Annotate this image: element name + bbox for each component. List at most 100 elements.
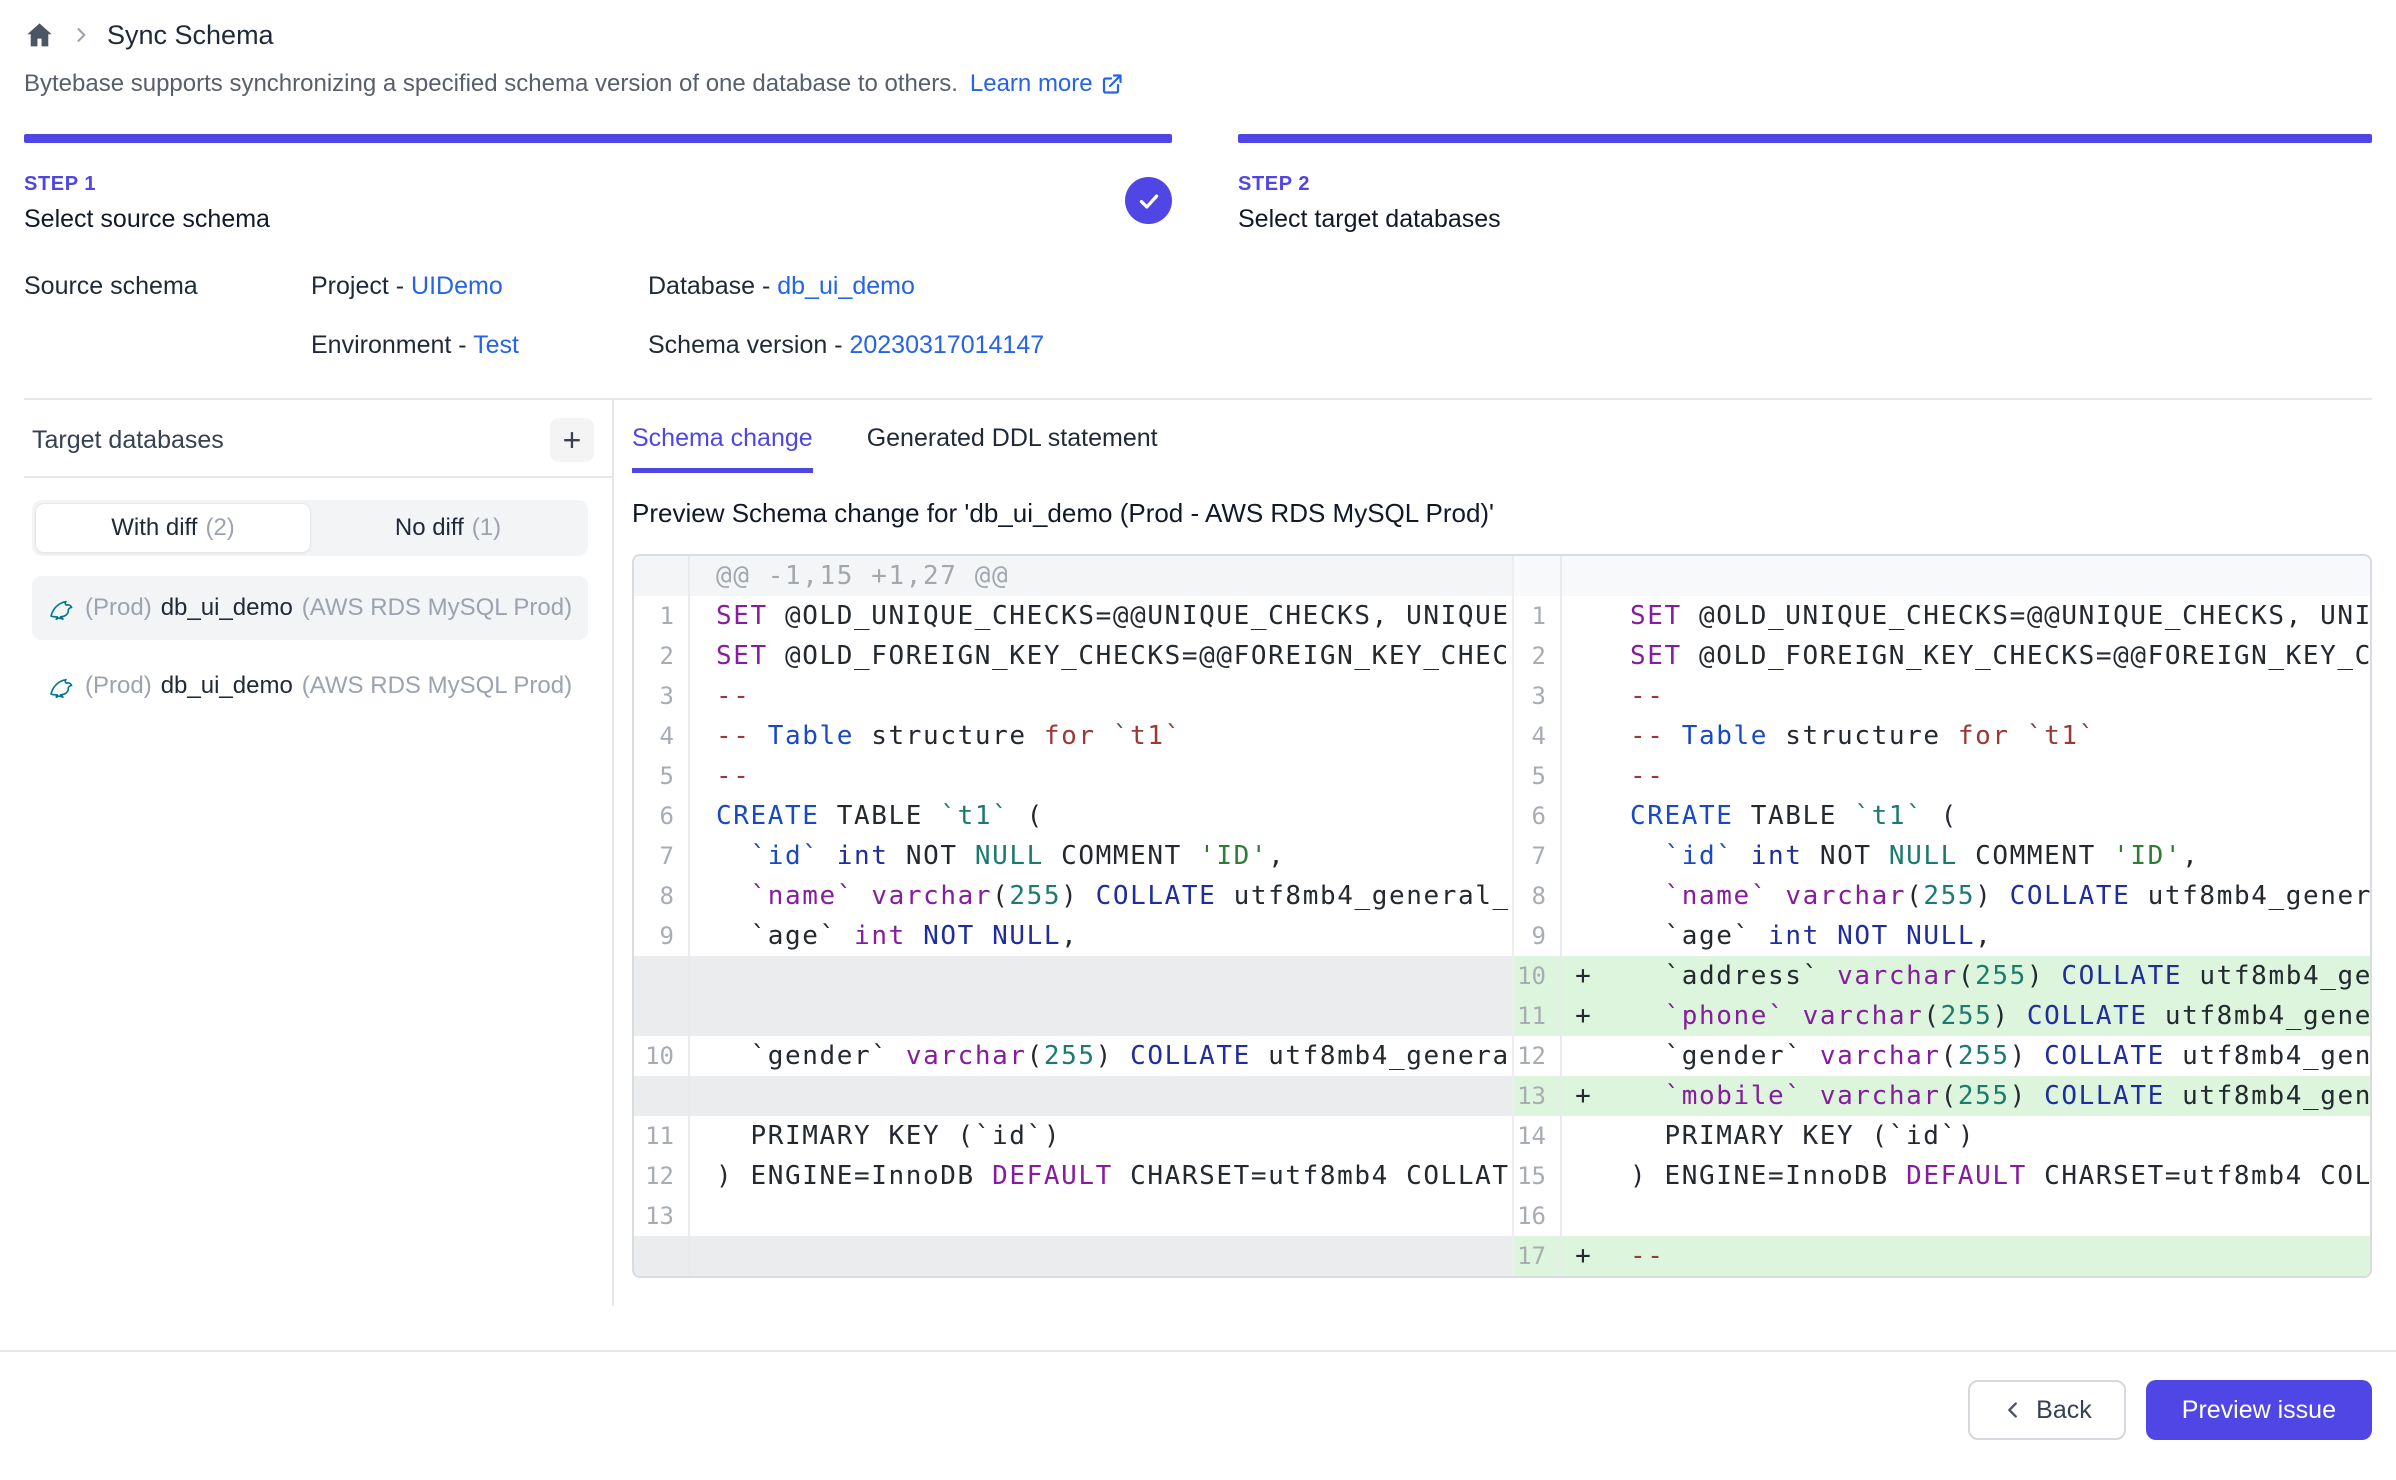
description-text: Bytebase supports synchronizing a specif… bbox=[24, 70, 958, 98]
field-name: Environment bbox=[311, 331, 451, 359]
field-name: Database bbox=[648, 272, 755, 300]
breadcrumb: Sync Schema bbox=[24, 14, 2372, 56]
right-line-number: 10 bbox=[1512, 956, 1562, 996]
right-code-line: CREATE TABLE `t1` ( bbox=[1604, 796, 2370, 836]
add-target-database-button[interactable]: + bbox=[550, 418, 594, 462]
diff-row: 9 `age` int NOT NULL,9 `age` int NOT NUL… bbox=[634, 916, 2370, 956]
diff-row: 13 16 bbox=[634, 1196, 2370, 1236]
right-line-number: 6 bbox=[1512, 796, 1562, 836]
left-filler-line bbox=[690, 996, 1512, 1036]
diff-marker bbox=[1562, 556, 1604, 596]
added-line-marker bbox=[1562, 596, 1604, 636]
database-environment: (Prod) bbox=[85, 594, 152, 622]
database-link[interactable]: db_ui_demo bbox=[777, 272, 915, 300]
added-line-marker bbox=[1562, 1196, 1604, 1236]
back-button-label: Back bbox=[2036, 1396, 2092, 1425]
added-line-marker bbox=[1562, 1156, 1604, 1196]
right-line-number: 12 bbox=[1512, 1036, 1562, 1076]
back-button[interactable]: Back bbox=[1968, 1380, 2126, 1440]
left-line-number: 11 bbox=[634, 1116, 690, 1156]
step-1-title: Select source schema bbox=[24, 205, 270, 234]
preview-issue-button[interactable]: Preview issue bbox=[2146, 1380, 2372, 1440]
diff-table: @@ -1,15 +1,27 @@1SET @OLD_UNIQUE_CHECKS… bbox=[632, 554, 2372, 1278]
left-line-number: 13 bbox=[634, 1196, 690, 1236]
right-code-line: -- bbox=[1604, 1236, 2370, 1276]
project-link[interactable]: UIDemo bbox=[411, 272, 503, 300]
left-line-number: 3 bbox=[634, 676, 690, 716]
diff-row: 13+ `mobile` varchar(255) COLLATE utf8mb… bbox=[634, 1076, 2370, 1116]
breadcrumb-chevron-icon bbox=[71, 25, 91, 45]
left-code-line: SET @OLD_FOREIGN_KEY_CHECKS=@@FOREIGN_KE… bbox=[690, 636, 1512, 676]
right-code-line: `id` int NOT NULL COMMENT 'ID', bbox=[1604, 836, 2370, 876]
added-line-marker bbox=[1562, 1116, 1604, 1156]
footer-actions: Back Preview issue bbox=[24, 1380, 2372, 1456]
right-code-line: SET @OLD_FOREIGN_KEY_CHECKS=@@FOREIGN_KE… bbox=[1604, 636, 2370, 676]
left-code-line: PRIMARY KEY (`id`) bbox=[690, 1116, 1512, 1156]
schema-version-link[interactable]: 20230317014147 bbox=[849, 331, 1044, 359]
main-container: Target databases + With diff (2) No diff… bbox=[24, 398, 2372, 1306]
right-code-line: ) ENGINE=InnoDB DEFAULT CHARSET=utf8mb4 … bbox=[1604, 1156, 2370, 1196]
target-databases-title: Target databases bbox=[32, 426, 224, 455]
left-code-line: `gender` varchar(255) COLLATE utf8mb4_ge… bbox=[690, 1036, 1512, 1076]
right-line-number: 5 bbox=[1512, 756, 1562, 796]
added-line-marker bbox=[1562, 836, 1604, 876]
footer-divider bbox=[0, 1350, 2396, 1352]
right-code-line: `name` varchar(255) COLLATE utf8mb4_gene… bbox=[1604, 876, 2370, 916]
right-line-number: 15 bbox=[1512, 1156, 1562, 1196]
right-line-number: 1 bbox=[1512, 596, 1562, 636]
step-2-title: Select target databases bbox=[1238, 205, 1501, 234]
added-line-marker bbox=[1562, 636, 1604, 676]
left-filler-line bbox=[690, 1076, 1512, 1116]
added-line-marker: + bbox=[1562, 956, 1604, 996]
diff-row: 10+ `address` varchar(255) COLLATE utf8m… bbox=[634, 956, 2370, 996]
right-line-number: 14 bbox=[1512, 1116, 1562, 1156]
target-database-list: (Prod)db_ui_demo(AWS RDS MySQL Prod)(Pro… bbox=[24, 576, 596, 718]
step-1-completed-check-icon bbox=[1125, 177, 1172, 224]
step-1-label: STEP 1 bbox=[24, 173, 270, 196]
right-line-gutter bbox=[1512, 556, 1562, 596]
tab-schema-change[interactable]: Schema change bbox=[632, 424, 813, 473]
page-description: Bytebase supports synchronizing a specif… bbox=[24, 70, 2372, 98]
panel-divider bbox=[24, 476, 612, 478]
left-filler-line bbox=[690, 1236, 1512, 1276]
tab-generated-ddl[interactable]: Generated DDL statement bbox=[867, 424, 1158, 473]
tab-label: No diff bbox=[395, 514, 464, 542]
preview-title: Preview Schema change for 'db_ui_demo (P… bbox=[632, 498, 2372, 529]
learn-more-link[interactable]: Learn more bbox=[970, 70, 1124, 98]
left-code-line: -- Table structure for `t1` bbox=[690, 716, 1512, 756]
field-name: Project bbox=[311, 272, 389, 300]
chevron-left-icon bbox=[2002, 1399, 2024, 1421]
tab-with-diff[interactable]: With diff (2) bbox=[35, 503, 311, 553]
source-schema-label: Source schema bbox=[24, 272, 311, 301]
schema-preview-area: Schema change Generated DDL statement Pr… bbox=[614, 400, 2372, 1306]
right-line-number: 17 bbox=[1512, 1236, 1562, 1276]
database-instance: (AWS RDS MySQL Prod) bbox=[302, 594, 574, 622]
page-title: Sync Schema bbox=[107, 20, 274, 51]
environment-link[interactable]: Test bbox=[473, 331, 519, 359]
source-schema-version-field: Schema version - 20230317014147 bbox=[648, 331, 2372, 360]
left-line-gutter bbox=[634, 556, 690, 596]
step-2-label: STEP 2 bbox=[1238, 173, 1501, 196]
left-line-number: 7 bbox=[634, 836, 690, 876]
database-environment: (Prod) bbox=[85, 672, 152, 700]
diff-hunk-row: @@ -1,15 +1,27 @@ bbox=[634, 556, 2370, 596]
target-database-item[interactable]: (Prod)db_ui_demo(AWS RDS MySQL Prod) bbox=[32, 576, 588, 640]
diff-row: 4-- Table structure for `t1`4-- Table st… bbox=[634, 716, 2370, 756]
added-line-marker bbox=[1562, 676, 1604, 716]
added-line-marker bbox=[1562, 876, 1604, 916]
left-code-line: -- bbox=[690, 676, 1512, 716]
right-line-number: 13 bbox=[1512, 1076, 1562, 1116]
target-databases-panel: Target databases + With diff (2) No diff… bbox=[24, 400, 614, 1306]
source-database-field: Database - db_ui_demo bbox=[648, 272, 2372, 301]
right-line-number: 16 bbox=[1512, 1196, 1562, 1236]
left-line-number: 1 bbox=[634, 596, 690, 636]
right-line-number: 11 bbox=[1512, 996, 1562, 1036]
diff-row: 11+ `phone` varchar(255) COLLATE utf8mb4… bbox=[634, 996, 2370, 1036]
left-code-line: `age` int NOT NULL, bbox=[690, 916, 1512, 956]
left-line-number: 2 bbox=[634, 636, 690, 676]
left-line-number: 4 bbox=[634, 716, 690, 756]
tab-no-diff[interactable]: No diff (1) bbox=[311, 503, 585, 553]
home-icon[interactable] bbox=[24, 20, 55, 51]
step-1-progress-bar bbox=[24, 134, 1172, 143]
target-database-item[interactable]: (Prod)db_ui_demo(AWS RDS MySQL Prod) bbox=[32, 654, 588, 718]
